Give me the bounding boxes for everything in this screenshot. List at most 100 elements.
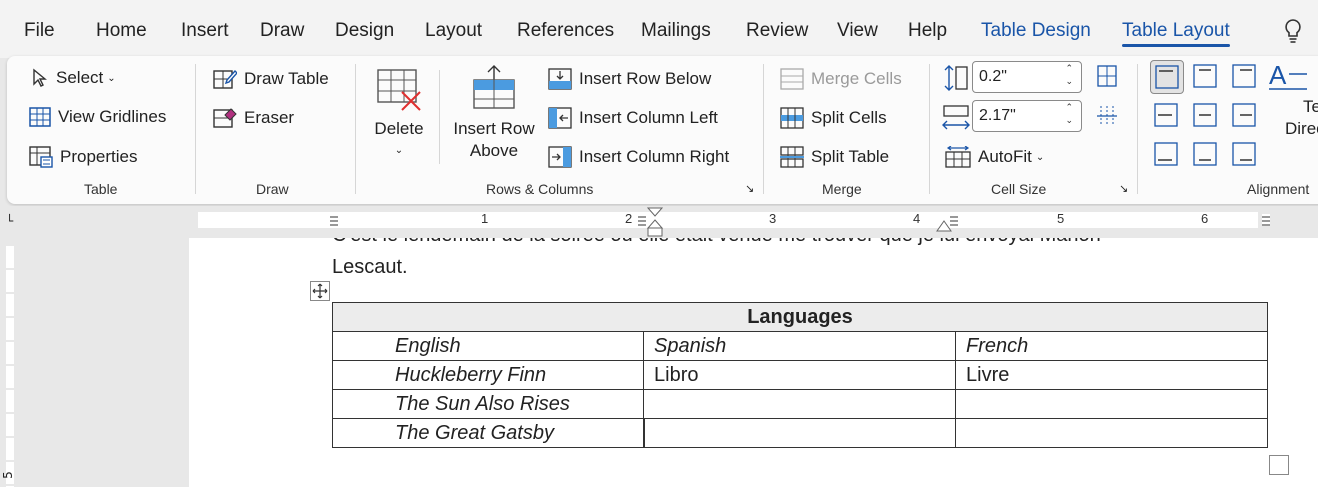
column-marker[interactable] xyxy=(330,214,338,226)
column-marker[interactable] xyxy=(950,214,958,226)
insert-column-left-button[interactable]: Insert Column Left xyxy=(548,107,718,129)
table-cell[interactable] xyxy=(955,418,1268,448)
distribute-columns-icon[interactable] xyxy=(1095,104,1119,128)
table-cell[interactable]: Spanish xyxy=(643,331,956,361)
tab-view[interactable]: View xyxy=(837,20,878,42)
tab-review[interactable]: Review xyxy=(746,20,808,42)
group-separator xyxy=(439,70,440,164)
distribute-rows-icon[interactable] xyxy=(1095,64,1119,88)
autofit-label: AutoFit xyxy=(978,147,1032,166)
tab-home[interactable]: Home xyxy=(96,20,147,42)
tab-insert[interactable]: Insert xyxy=(181,20,229,42)
properties-button[interactable]: Properties xyxy=(29,146,137,168)
tab-help[interactable]: Help xyxy=(908,20,947,42)
align-center-right-button[interactable] xyxy=(1228,99,1262,133)
group-separator xyxy=(355,64,356,194)
view-gridlines-button[interactable]: View Gridlines xyxy=(29,107,166,127)
cell-size-dialog-launcher-icon[interactable]: ↘ xyxy=(1119,182,1128,195)
delete-label: Delete xyxy=(374,119,424,138)
eraser-label: Eraser xyxy=(244,108,295,127)
table-cell[interactable]: Huckleberry Finn xyxy=(332,360,644,390)
align-top-right-button[interactable] xyxy=(1228,60,1262,94)
table-cell[interactable]: The Sun Also Rises xyxy=(332,389,644,419)
merge-cells-button[interactable]: Merge Cells xyxy=(780,68,902,90)
table-cell[interactable] xyxy=(643,389,956,419)
tab-table-design[interactable]: Table Design xyxy=(981,20,1091,42)
insert-row-above-icon xyxy=(473,65,515,109)
insert-column-right-label: Insert Column Right xyxy=(579,147,730,166)
split-table-button[interactable]: Split Table xyxy=(780,146,889,168)
document-text-line-2: Lescaut. xyxy=(332,256,408,278)
insert-column-right-button[interactable]: Insert Column Right xyxy=(548,146,729,168)
ruler-bar[interactable] xyxy=(198,212,1258,228)
eraser-button[interactable]: Eraser xyxy=(213,107,294,129)
select-button[interactable]: Select ⌄ xyxy=(31,68,116,88)
group-separator xyxy=(1137,64,1138,194)
spin-up-icon[interactable]: ⌃ xyxy=(1065,64,1073,74)
insert-column-left-icon xyxy=(548,107,572,129)
text-direction-button[interactable]: A Text Directi xyxy=(1267,58,1318,140)
table-cell[interactable]: French xyxy=(955,331,1268,361)
table-cell[interactable] xyxy=(955,389,1268,419)
table-row: The Great Gatsby xyxy=(332,418,1268,448)
draw-table-label: Draw Table xyxy=(244,69,329,88)
table-row: English Spanish French xyxy=(332,331,1268,361)
lightbulb-icon[interactable] xyxy=(1282,18,1304,44)
spin-down-icon[interactable]: ⌄ xyxy=(1065,116,1073,126)
align-bottom-left-button[interactable] xyxy=(1150,138,1184,172)
table-resize-handle[interactable] xyxy=(1269,455,1289,475)
vertical-ruler-number: 5 xyxy=(0,471,15,479)
languages-table: Languages English Spanish French Huckleb… xyxy=(332,302,1268,448)
merge-group-label: Merge xyxy=(822,181,862,197)
column-marker[interactable] xyxy=(1262,214,1270,226)
chevron-down-icon: ⌄ xyxy=(107,72,116,84)
align-top-center-button[interactable] xyxy=(1189,60,1223,94)
group-separator xyxy=(929,64,930,194)
indent-marker-icon[interactable] xyxy=(646,206,664,238)
table-row: The Sun Also Rises xyxy=(332,389,1268,419)
table-move-handle-icon[interactable] xyxy=(310,281,330,301)
spin-down-icon[interactable]: ⌄ xyxy=(1065,77,1073,87)
align-top-center-icon xyxy=(1193,64,1217,88)
column-marker[interactable] xyxy=(638,214,646,226)
tab-table-layout[interactable]: Table Layout xyxy=(1122,20,1230,47)
cell-size-group-label: Cell Size xyxy=(991,181,1047,197)
table-cell[interactable]: The Great Gatsby xyxy=(332,418,644,448)
tab-file[interactable]: File xyxy=(24,20,55,42)
rows-columns-dialog-launcher-icon[interactable]: ↘ xyxy=(745,182,754,195)
text-direction-label-2: Directi xyxy=(1285,119,1318,138)
table-cell[interactable] xyxy=(643,418,956,448)
align-center-button[interactable] xyxy=(1189,99,1223,133)
align-bottom-center-button[interactable] xyxy=(1189,138,1223,172)
properties-label: Properties xyxy=(60,147,138,166)
table-cell[interactable]: English xyxy=(332,331,644,361)
tab-draw[interactable]: Draw xyxy=(260,20,304,42)
vertical-ruler-track xyxy=(6,246,14,487)
tab-references[interactable]: References xyxy=(517,20,614,42)
table-cell[interactable]: Livre xyxy=(955,360,1268,390)
align-top-left-button[interactable] xyxy=(1150,60,1184,94)
align-center-left-button[interactable] xyxy=(1150,99,1184,133)
column-width-value: 2.17" xyxy=(979,107,1016,124)
autofit-button[interactable]: AutoFit ⌄ xyxy=(945,146,1044,168)
align-bottom-right-icon xyxy=(1232,142,1256,166)
draw-table-button[interactable]: Draw Table xyxy=(213,68,329,90)
tab-layout[interactable]: Layout xyxy=(425,20,482,42)
gridlines-icon xyxy=(29,107,51,127)
document-text-line-1: C'est le lendemain de la soirée où elle … xyxy=(332,238,1101,247)
align-bottom-right-button[interactable] xyxy=(1228,138,1262,172)
tab-stop-selector-icon[interactable]: └ xyxy=(6,214,13,228)
table-header-cell[interactable]: Languages xyxy=(332,302,1268,332)
insert-row-below-button[interactable]: Insert Row Below xyxy=(548,68,711,90)
delete-button[interactable]: Delete ⌄ xyxy=(369,68,429,162)
table-header-row: Languages xyxy=(332,302,1268,332)
split-cells-button[interactable]: Split Cells xyxy=(780,107,887,129)
rows-columns-group-label: Rows & Columns xyxy=(486,181,594,197)
insert-row-above-button[interactable]: Insert Row Above xyxy=(451,64,537,162)
table-cell[interactable]: Libro xyxy=(643,360,956,390)
spin-up-icon[interactable]: ⌃ xyxy=(1065,103,1073,113)
row-height-stepper[interactable]: 0.2" ⌃ ⌄ xyxy=(972,61,1082,93)
column-width-stepper[interactable]: 2.17" ⌃ ⌄ xyxy=(972,100,1082,132)
tab-design[interactable]: Design xyxy=(335,20,394,42)
tab-mailings[interactable]: Mailings xyxy=(641,20,711,42)
